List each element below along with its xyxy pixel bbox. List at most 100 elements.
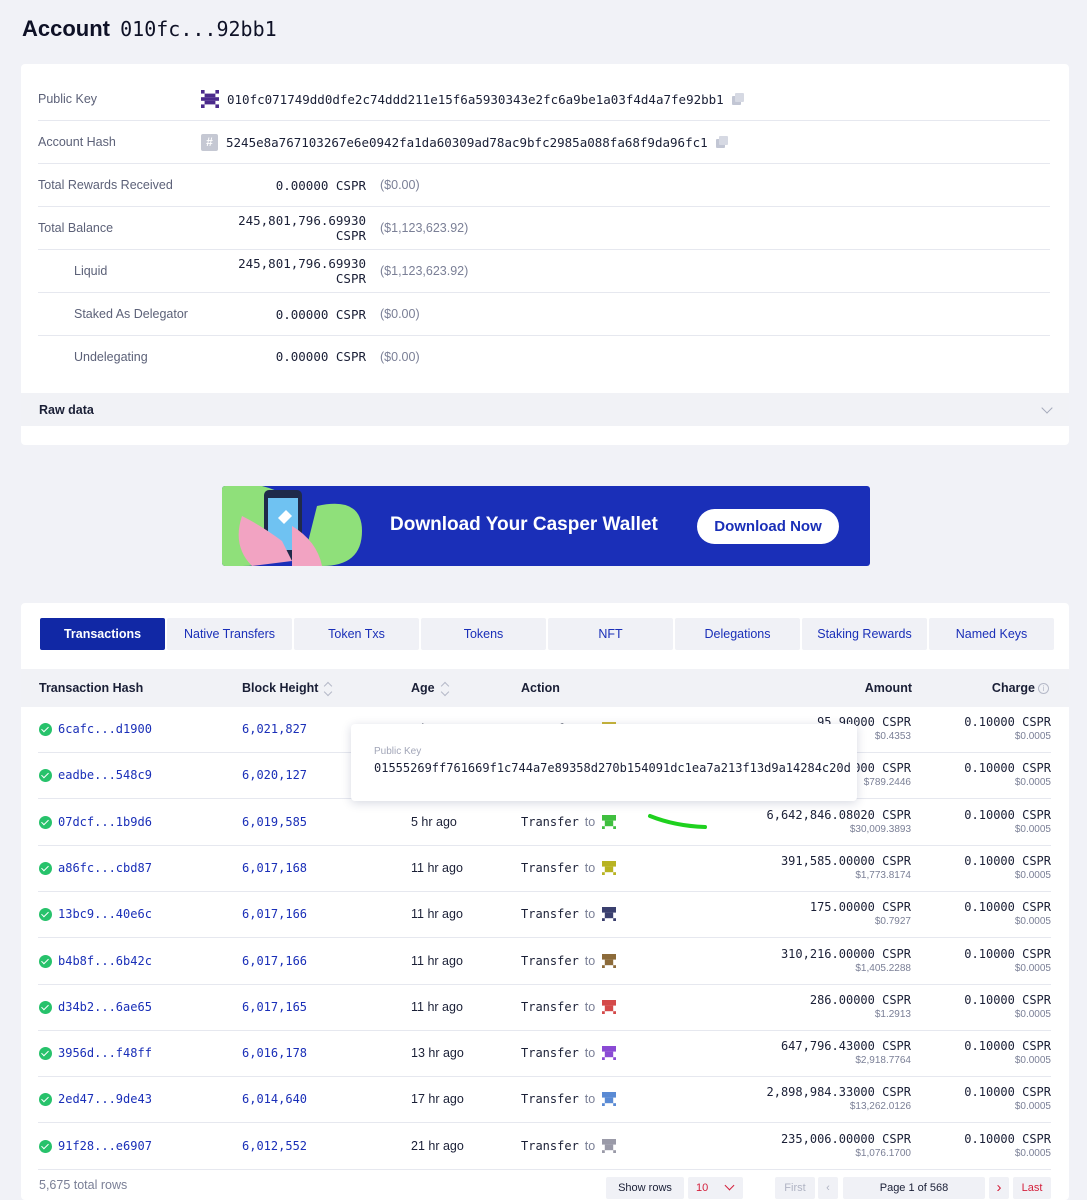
amount-cell: 286.00000 CSPR $1.2913 <box>810 993 911 1020</box>
banner-text: Download Your Casper Wallet <box>390 514 658 535</box>
recipient-avatar-icon[interactable] <box>602 814 617 829</box>
liquid-row: Liquid 245,801,796.69930 CSPR ($1,123,623… <box>38 250 1050 293</box>
charge-usd: $0.0005 <box>1014 1147 1051 1159</box>
raw-data-toggle[interactable]: Raw data <box>21 393 1069 426</box>
chevron-down-icon <box>1041 401 1053 414</box>
success-check-icon <box>39 1047 52 1061</box>
tab-delegations[interactable]: Delegations <box>675 618 800 650</box>
tab-transactions[interactable]: Transactions <box>40 618 165 650</box>
charge-cell: 0.10000 CSPR $0.0005 <box>964 1039 1051 1066</box>
action-cell: Transfer to <box>521 953 617 968</box>
charge-cspr: 0.10000 CSPR <box>964 761 1051 776</box>
age-text: 11 hr ago <box>411 999 463 1014</box>
recipient-avatar-icon[interactable] <box>602 999 617 1014</box>
transaction-hash-link[interactable]: 07dcf...1b9d6 <box>58 815 152 829</box>
recipient-avatar-icon[interactable] <box>602 860 617 875</box>
block-height-link[interactable]: 6,017,165 <box>242 1000 307 1014</box>
first-page-button[interactable]: First <box>775 1177 815 1199</box>
green-annotation-mark <box>648 814 707 829</box>
charge-usd: $0.0005 <box>1014 916 1051 928</box>
success-check-icon <box>39 1139 52 1153</box>
action-cell: Transfer to <box>521 814 617 829</box>
transaction-hash-link[interactable]: a86fc...cbd87 <box>58 861 152 875</box>
amount-usd: $1.2913 <box>874 1008 911 1020</box>
staked-amount: 0.00000 CSPR <box>275 306 366 322</box>
header-age[interactable]: Age <box>411 669 449 707</box>
next-page-button[interactable]: › <box>989 1177 1009 1199</box>
copy-public-key-icon[interactable] <box>731 92 745 106</box>
recipient-avatar-icon[interactable] <box>602 907 617 922</box>
transaction-hash-link[interactable]: 91f28...e6907 <box>58 1139 152 1153</box>
page-title: Account 010fc...92bb1 <box>22 16 277 42</box>
action-to-label: to <box>584 814 596 829</box>
transaction-hash-link[interactable]: 3956d...f48ff <box>58 1046 152 1060</box>
block-height-link[interactable]: 6,012,552 <box>242 1139 307 1153</box>
action-cell: Transfer to <box>521 1046 617 1061</box>
block-height-link[interactable]: 6,014,640 <box>242 1092 307 1106</box>
header-block-height[interactable]: Block Height <box>242 669 332 707</box>
sort-icon[interactable] <box>324 681 332 697</box>
rows-per-page-select[interactable]: 10 <box>688 1177 743 1199</box>
table-row: 07dcf...1b9d6 6,019,585 5 hr ago Transfer to… <box>38 800 1051 846</box>
action-cell: Transfer to <box>521 999 617 1014</box>
table-row: 2ed47...9de43 6,014,640 17 hr ago Transfer t… <box>38 1077 1051 1124</box>
action-type: Transfer <box>521 1046 579 1061</box>
action-type: Transfer <box>521 907 579 922</box>
transaction-hash-link[interactable]: 6cafc...d1900 <box>58 722 152 736</box>
total-balance-row: Total Balance 245,801,796.69930 CSPR ($1,… <box>38 207 1050 250</box>
transaction-hash-link[interactable]: 2ed47...9de43 <box>58 1092 152 1106</box>
sort-icon[interactable] <box>441 681 449 697</box>
tab-staking-rewards[interactable]: Staking Rewards <box>802 618 927 650</box>
amount-usd: $1,773.8174 <box>855 869 911 881</box>
action-to-label: to <box>584 1092 596 1107</box>
download-now-button[interactable]: Download Now <box>697 509 839 544</box>
charge-cspr: 0.10000 CSPR <box>964 946 1051 961</box>
last-page-button[interactable]: Last <box>1013 1177 1051 1199</box>
block-height-link[interactable]: 6,017,166 <box>242 907 307 921</box>
recipient-avatar-icon[interactable] <box>602 1138 617 1153</box>
recipient-avatar-icon[interactable] <box>602 953 617 968</box>
wallet-download-banner[interactable]: Download Your Casper Wallet Download Now <box>222 486 870 566</box>
success-check-icon <box>39 908 52 922</box>
transaction-hash-link[interactable]: eadbe...548c9 <box>58 768 152 782</box>
transaction-hash-link[interactable]: 13bc9...40e6c <box>58 907 152 921</box>
block-height-link[interactable]: 6,020,127 <box>242 768 307 782</box>
page-title-hash: 010fc...92bb1 <box>120 17 277 41</box>
show-rows-label: Show rows <box>606 1177 684 1199</box>
action-type: Transfer <box>521 814 579 829</box>
age-text: 17 hr ago <box>411 1092 464 1107</box>
table-row: d34b2...6ae65 6,017,165 11 hr ago Transfer t… <box>38 985 1051 1031</box>
action-to-label: to <box>584 860 596 875</box>
info-icon[interactable]: i <box>1038 683 1049 695</box>
block-height-link[interactable]: 6,017,168 <box>242 861 307 875</box>
transaction-hash-link[interactable]: b4b8f...6b42c <box>58 954 152 968</box>
amount-usd: $1,405.2288 <box>855 962 911 974</box>
header-transaction-hash: Transaction Hash <box>39 681 144 695</box>
table-row: 91f28...e6907 6,012,552 21 hr ago Transfer t… <box>38 1124 1051 1170</box>
charge-usd: $0.0005 <box>1014 731 1051 742</box>
success-check-icon <box>39 723 52 736</box>
tab-token-txs[interactable]: Token Txs <box>294 618 419 650</box>
prev-page-button[interactable]: ‹ <box>818 1177 838 1199</box>
amount-cspr: 2,898,984.33000 CSPR <box>766 1085 912 1100</box>
tab-tokens[interactable]: Tokens <box>421 618 546 650</box>
account-hash-label: Account Hash <box>38 135 116 149</box>
recipient-avatar-icon[interactable] <box>602 1046 617 1061</box>
amount-cell: 310,216.00000 CSPR $1,405.2288 <box>781 947 911 974</box>
charge-cspr: 0.10000 CSPR <box>964 853 1051 868</box>
block-height-link[interactable]: 6,016,178 <box>242 1046 307 1060</box>
amount-cspr: 310,216.00000 CSPR <box>780 946 911 961</box>
recipient-avatar-icon[interactable] <box>602 1092 617 1107</box>
transaction-hash-link[interactable]: d34b2...6ae65 <box>58 1000 152 1014</box>
tab-nft[interactable]: NFT <box>548 618 673 650</box>
amount-cell: 175.00000 CSPR $0.7927 <box>810 900 911 927</box>
tab-native-transfers[interactable]: Native Transfers <box>167 618 292 650</box>
block-height-link[interactable]: 6,017,166 <box>242 954 307 968</box>
table-row: 3956d...f48ff 6,016,178 13 hr ago Transfer t… <box>38 1031 1051 1078</box>
block-height-link[interactable]: 6,019,585 <box>242 815 307 829</box>
block-height-link[interactable]: 6,021,827 <box>242 722 307 736</box>
staked-label: Staked As Delegator <box>74 307 188 321</box>
action-type: Transfer <box>521 1092 579 1107</box>
copy-account-hash-icon[interactable] <box>715 135 729 149</box>
tab-named-keys[interactable]: Named Keys <box>929 618 1054 650</box>
